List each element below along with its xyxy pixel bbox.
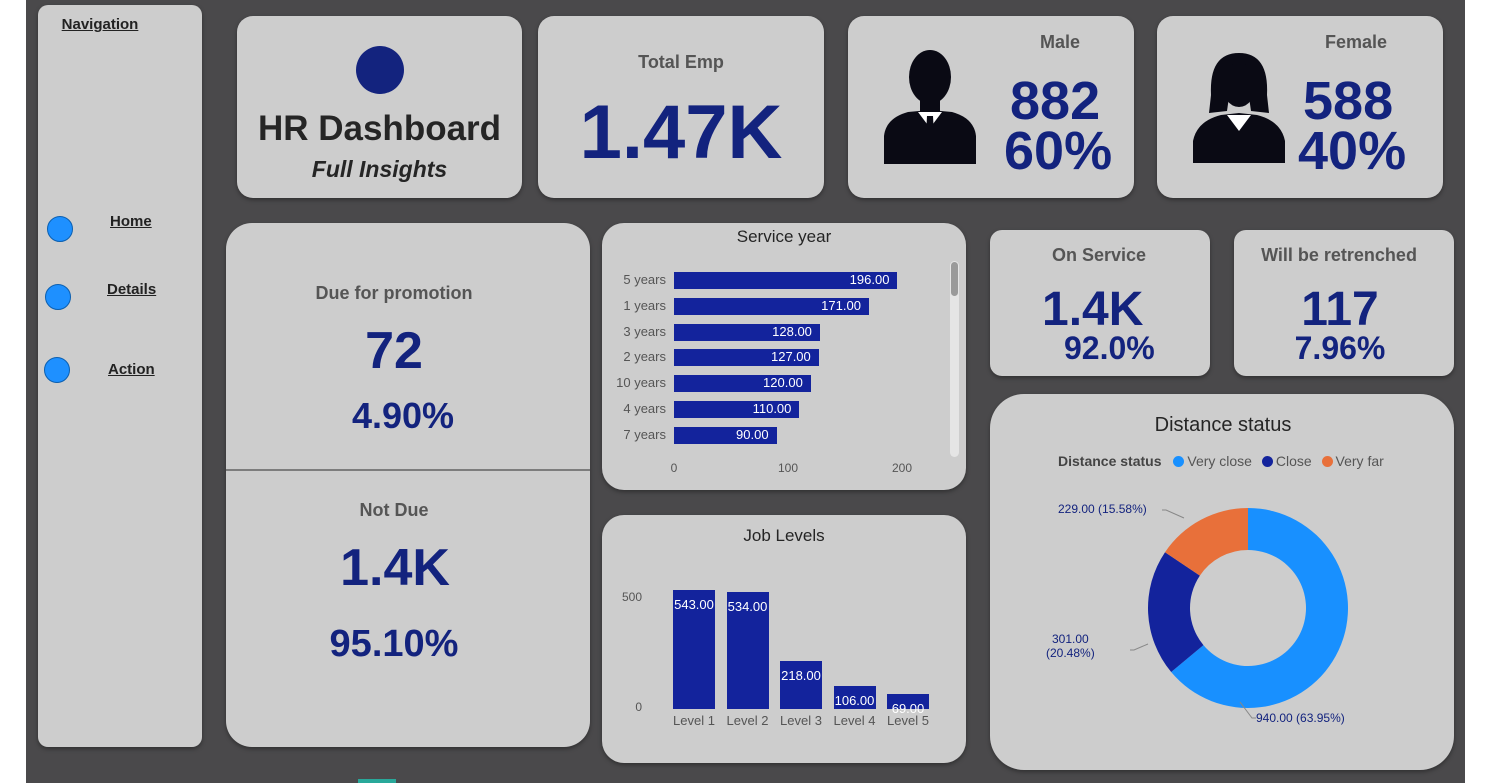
not-due-value: 1.4K (340, 539, 450, 597)
dashboard-subtitle: Full Insights (311, 156, 448, 182)
service-year-category-label: 4 years (623, 401, 666, 416)
on-service-card: On Service 1.4K 92.0% (990, 230, 1210, 376)
service-year-category-label: 7 years (623, 426, 666, 442)
total-emp-value: 1.47K (579, 90, 783, 175)
retrenched-pct: 7.96% (1294, 330, 1386, 366)
job-level-data-label: 534.00 (727, 598, 768, 614)
service-year-x-tick: 0 (670, 461, 678, 475)
navigation-title: Navigation (61, 16, 139, 33)
service-year-category-label: 3 years (623, 323, 666, 339)
service-year-category-label: 1 years (623, 297, 666, 313)
promotion-card: Due for promotion 72 4.90% Not Due 1.4K … (226, 223, 590, 747)
job-levels-chart: Job Levels 543.00 Level 1 534.00 Level 2 218… (602, 515, 966, 763)
male-label: Male (1040, 32, 1081, 52)
dashboard-canvas: Navigation Home Details Action HR Dashbo… (26, 0, 1465, 783)
nav-link-action[interactable]: Action (108, 361, 155, 378)
donut-leader-line (1130, 643, 1149, 651)
job-levels-y-tick: 0 (635, 700, 642, 714)
total-emp-label: Total Emp (638, 52, 724, 72)
job-levels-y-tick: 500 (621, 590, 642, 605)
female-pct: 40% (1298, 121, 1407, 181)
donut-data-label-line: 229.00 (15.58%) (1058, 502, 1147, 516)
nav-link-home[interactable]: Home (110, 213, 152, 230)
male-card: Male 882 60% (848, 16, 1134, 198)
service-year-x-tick: 100 (777, 461, 799, 475)
distance-status-chart: Distance status Distance status Very clo… (990, 394, 1454, 770)
retrenched-value: 117 (1301, 283, 1379, 336)
female-card: Female 588 40% (1157, 16, 1443, 198)
service-year-data-label: 127.00 (771, 349, 811, 365)
job-level-data-label: 543.00 (674, 597, 714, 612)
distance-status-donut (1130, 508, 1348, 719)
service-year-chart: Service year 5 years 196.00 1 years 171.00 3… (602, 223, 966, 490)
due-for-promotion-value: 72 (365, 322, 423, 380)
service-year-category-label: 5 years (623, 272, 666, 287)
donut-data-label-very-close: 940.00 (63.95%) (1256, 711, 1345, 725)
job-level-category-label: Level 2 (726, 713, 769, 728)
service-year-data-label: 171.00 (821, 297, 861, 313)
donut-data-label-line: 940.00 (63.95%) (1256, 711, 1345, 725)
service-year-x-tick: 200 (891, 461, 913, 475)
male-silhouette-icon (884, 50, 976, 164)
female-silhouette-icon (1193, 53, 1285, 163)
dashboard-title: HR Dashboard (257, 109, 502, 148)
scrollbar-thumb[interactable] (951, 262, 958, 296)
on-service-value: 1.4K (1042, 283, 1144, 336)
donut-data-label-line: 301.00 (1052, 632, 1089, 646)
due-for-promotion-pct: 4.90% (351, 395, 455, 436)
job-level-category-label: Level 1 (673, 713, 715, 728)
not-due-pct: 95.10% (329, 623, 459, 665)
job-level-data-label: 106.00 (834, 692, 875, 708)
female-label: Female (1325, 32, 1388, 52)
job-level-category-label: Level 4 (833, 713, 876, 728)
due-for-promotion-label: Due for promotion (315, 283, 473, 303)
donut-data-label-very-far: 229.00 (15.58%) (1058, 502, 1147, 516)
action-nav-dot-icon[interactable] (44, 357, 70, 383)
on-service-pct: 92.0% (1064, 330, 1155, 366)
job-level-category-label: Level 3 (780, 713, 822, 728)
logo-circle-icon (356, 46, 404, 94)
details-nav-dot-icon[interactable] (45, 284, 71, 310)
service-year-data-label: 196.00 (849, 272, 890, 287)
on-service-label: On Service (1051, 245, 1147, 265)
retrenched-label: Will be retrenched (1261, 245, 1417, 265)
service-year-title: Service year (736, 227, 832, 246)
promotion-divider (226, 469, 590, 471)
service-year-data-label: 90.00 (736, 426, 769, 442)
service-year-data-label: 110.00 (752, 401, 792, 416)
not-due-label: Not Due (359, 500, 429, 520)
page-tab-indicator[interactable] (358, 779, 396, 783)
title-card: HR Dashboard Full Insights (237, 16, 522, 198)
retrenched-card: Will be retrenched 117 7.96% (1234, 230, 1454, 376)
service-year-category-label: 10 years (616, 375, 666, 391)
donut-leader-line (1162, 509, 1185, 519)
navigation-panel: Navigation Home Details Action (38, 5, 202, 747)
job-level-category-label: Level 5 (887, 713, 929, 728)
service-year-scrollbar[interactable] (950, 261, 959, 457)
nav-link-details[interactable]: Details (107, 281, 156, 298)
job-levels-title: Job Levels (743, 526, 825, 545)
service-year-category-label: 2 years (623, 349, 666, 365)
job-level-data-label: 218.00 (781, 668, 821, 684)
service-year-data-label: 128.00 (772, 323, 812, 339)
donut-data-label-line: (20.48%) (1046, 646, 1095, 660)
male-pct: 60% (1004, 121, 1113, 181)
total-emp-card: Total Emp 1.47K (538, 16, 824, 198)
service-year-data-label: 120.00 (763, 375, 803, 391)
donut-data-label-close: 301.00 (20.48%) (1046, 632, 1095, 660)
home-nav-dot-icon[interactable] (47, 216, 73, 242)
